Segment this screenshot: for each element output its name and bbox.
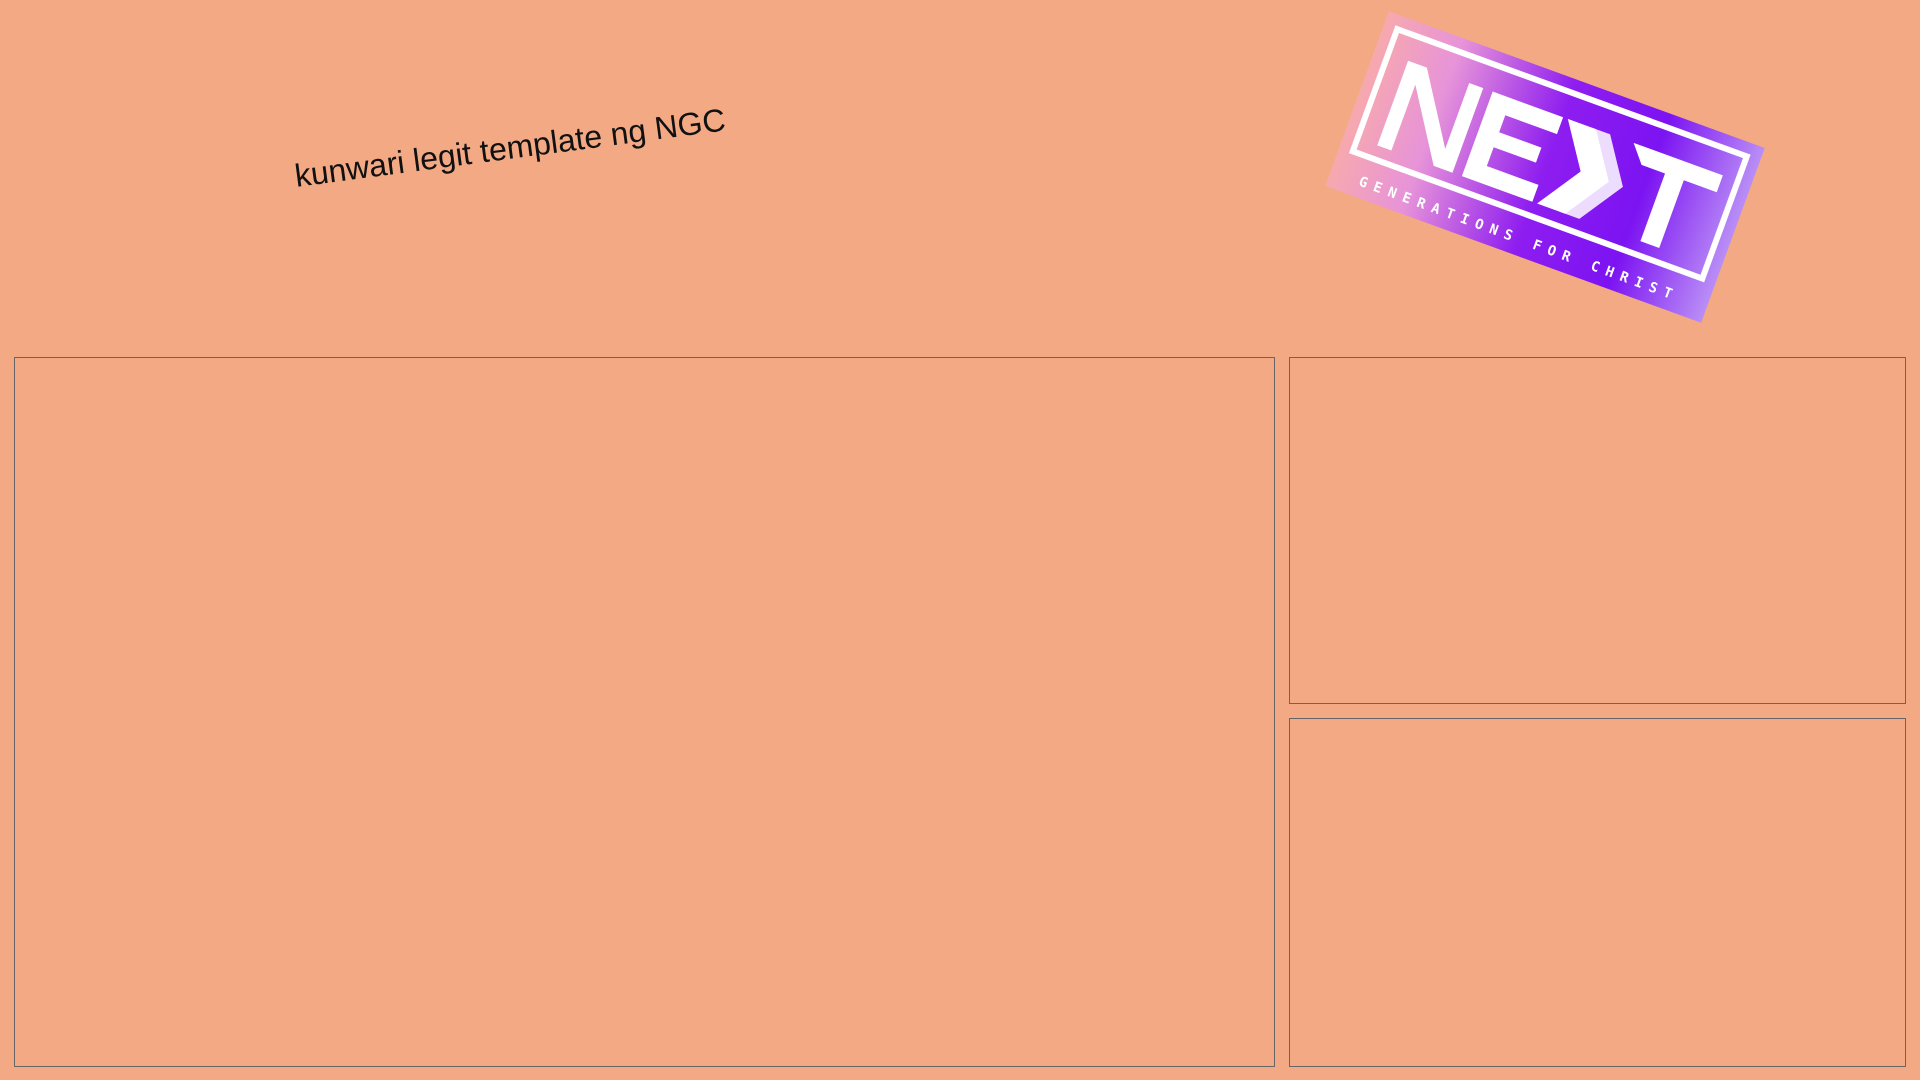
template-caption: kunwari legit template ng NGC	[292, 101, 728, 194]
stream-layout-canvas: kunwari legit template ng NGC GENERATION…	[0, 0, 1920, 1080]
next-logo-graphic	[1348, 25, 1751, 283]
next-logo: GENERATIONS FOR CHRIST	[1325, 11, 1765, 323]
bottom-right-frame	[1289, 718, 1906, 1067]
main-video-frame	[14, 357, 1275, 1067]
top-right-frame	[1289, 357, 1906, 704]
